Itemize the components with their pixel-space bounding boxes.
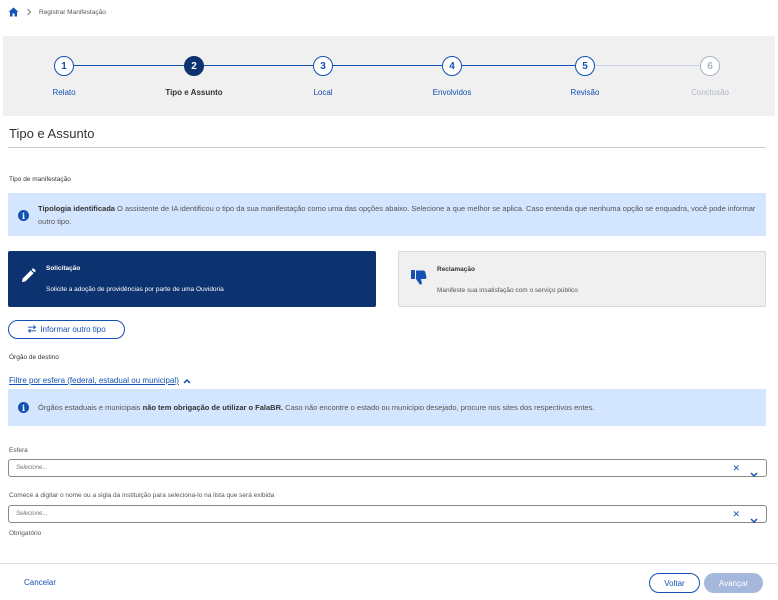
type-card-reclamacao[interactable]: Reclamação Manifeste sua insatisfação co…	[398, 251, 766, 307]
tipo-section-label: Tipo de manifestação	[9, 176, 71, 183]
alert-body: O assistente de IA identificou o tipo da…	[38, 204, 756, 226]
step-number: 5	[575, 56, 595, 76]
step-number: 4	[442, 56, 462, 76]
filter-sphere-link[interactable]: Filtre por esfera (federal, estadual ou …	[9, 376, 191, 385]
step-number: 2	[184, 56, 204, 76]
chevron-right-icon	[26, 8, 32, 16]
step-label: Local	[313, 88, 333, 97]
page-title: Tipo e Assunto	[9, 126, 95, 141]
alert-text: Tipologia identificada O assistente de I…	[38, 203, 756, 228]
progress-stepper: 1 Relato 2 Tipo e Assunto 3 Local 4 Envo…	[3, 36, 775, 116]
other-type-button[interactable]: Informar outro tipo	[8, 320, 125, 339]
ai-typology-alert: i Tipologia identificada O assistente de…	[8, 193, 766, 236]
alert-title: Tipologia identificada	[38, 204, 115, 213]
card-title: Reclamação	[437, 266, 475, 273]
pencil-icon	[19, 267, 37, 285]
step-label: Revisão	[570, 88, 600, 97]
alert-text: Órgãos estaduais e municipais não tem ob…	[38, 403, 756, 412]
chevron-down-icon[interactable]	[750, 511, 758, 524]
step-number: 1	[54, 56, 74, 76]
chevron-up-icon	[183, 378, 191, 384]
esfera-label: Esfera	[9, 447, 28, 454]
breadcrumb: Registrar Manifestação	[8, 7, 106, 17]
step-label: Envolvidos	[432, 88, 472, 97]
step-relato[interactable]: 1 Relato	[14, 56, 114, 97]
info-icon: i	[18, 402, 29, 413]
step-envolvidos[interactable]: 4 Envolvidos	[402, 56, 502, 97]
instituicao-label: Comece a digitar o nome ou a sigla da in…	[9, 492, 275, 499]
orgao-info-alert: i Órgãos estaduais e municipais não tem …	[8, 389, 766, 426]
card-description: Solicite a adoção de providências por pa…	[46, 286, 224, 293]
select-placeholder: Selecione...	[16, 511, 48, 517]
clear-icon[interactable]: ✕	[732, 463, 740, 474]
footer-divider	[0, 563, 778, 564]
clear-icon[interactable]: ✕	[732, 509, 740, 520]
card-title: Solicitação	[46, 265, 81, 272]
step-local[interactable]: 3 Local	[273, 56, 373, 97]
orgao-section-label: Órgão de destino	[9, 354, 59, 361]
card-description: Manifeste sua insatisfação com o serviço…	[437, 287, 578, 294]
step-number: 6	[700, 56, 720, 76]
chevron-down-icon[interactable]	[750, 465, 758, 478]
divider	[8, 147, 766, 148]
alert-bold: não tem obrigação de utilizar o FalaBR.	[142, 403, 284, 412]
home-icon[interactable]	[8, 7, 19, 17]
step-conclusao: 6 Conclusão	[660, 56, 760, 97]
instituicao-select[interactable]: Selecione... ✕	[8, 505, 767, 524]
next-button[interactable]: Avançar	[704, 573, 763, 593]
alert-suffix: Caso não encontre o estado ou município …	[283, 403, 595, 412]
other-type-label: Informar outro tipo	[40, 325, 106, 334]
step-tipo-assunto[interactable]: 2 Tipo e Assunto	[144, 56, 244, 97]
breadcrumb-current: Registrar Manifestação	[39, 8, 106, 16]
select-placeholder: Selecione...	[16, 465, 48, 471]
swap-icon	[27, 324, 37, 335]
info-icon: i	[18, 210, 29, 221]
back-button[interactable]: Voltar	[649, 573, 700, 593]
type-card-solicitacao[interactable]: Solicitação Solicite a adoção de providê…	[8, 251, 376, 307]
thumbs-down-icon	[410, 268, 428, 286]
step-label: Tipo e Assunto	[165, 88, 223, 97]
cancel-link[interactable]: Cancelar	[24, 578, 56, 587]
required-hint: Obrigatório	[9, 530, 42, 537]
alert-prefix: Órgãos estaduais e municipais	[38, 403, 143, 412]
esfera-select[interactable]: Selecione... ✕	[8, 459, 767, 478]
step-revisao[interactable]: 5 Revisão	[535, 56, 635, 97]
step-number: 3	[313, 56, 333, 76]
step-label: Conclusão	[691, 88, 729, 97]
step-label: Relato	[52, 88, 76, 97]
filter-link-text: Filtre por esfera (federal, estadual ou …	[9, 376, 179, 385]
